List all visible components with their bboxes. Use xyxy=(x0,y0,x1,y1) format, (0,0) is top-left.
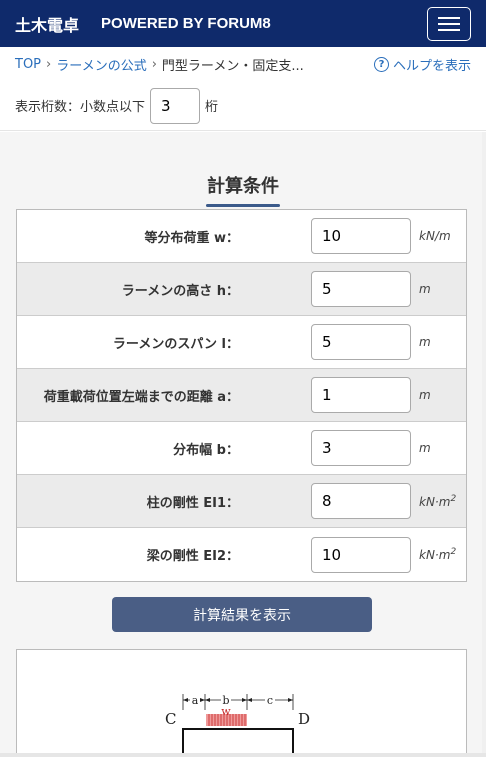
condition-unit: m xyxy=(419,282,431,296)
condition-label: 柱の剛性 EI1： xyxy=(146,495,239,511)
vertical-scrollbar[interactable] xyxy=(482,132,486,757)
condition-label: 荷重載荷位置左端までの距離 a： xyxy=(43,389,239,405)
hamburger-menu-button[interactable] xyxy=(427,6,471,41)
condition-label: ラーメンの高さ h： xyxy=(121,283,239,299)
node-label-d: D xyxy=(298,710,310,728)
condition-row-l: ラーメンのスパン l： m xyxy=(17,316,466,369)
condition-label: ラーメンのスパン l： xyxy=(112,336,239,352)
unit-exponent: 2 xyxy=(450,547,457,557)
condition-row-b: 分布幅 b： m xyxy=(17,422,466,475)
condition-unit: kN/m xyxy=(419,229,451,243)
horizontal-scrollbar[interactable] xyxy=(0,753,486,757)
span-l-input[interactable] xyxy=(311,324,411,360)
help-label: ヘルプを表示 xyxy=(392,58,471,74)
arrowhead xyxy=(242,698,247,702)
unit-base: kN·m xyxy=(419,548,451,562)
condition-row-h: ラーメンの高さ h： m xyxy=(17,263,466,316)
node-label-c: C xyxy=(165,710,176,728)
condition-label: 分布幅 b： xyxy=(173,442,239,458)
frame-diagram: a b c w C D xyxy=(16,649,467,757)
dimension-label-a: a xyxy=(192,694,199,707)
load-label-w: w xyxy=(221,705,231,718)
unit-base: kN·m xyxy=(419,494,451,509)
breadcrumb-current: 門型ラーメン・固定支... xyxy=(161,58,304,74)
hamburger-bar xyxy=(438,28,460,31)
brand-name[interactable]: 土木電卓 xyxy=(15,12,79,36)
condition-label: 等分布荷重 w： xyxy=(144,230,239,246)
stiffness-ei2-input[interactable] xyxy=(311,536,411,573)
arrowhead xyxy=(200,698,205,702)
height-h-input[interactable] xyxy=(311,271,411,307)
stiffness-ei1-input[interactable] xyxy=(311,483,411,519)
breadcrumb-category-link[interactable]: ラーメンの公式 xyxy=(56,55,146,74)
arrowhead xyxy=(183,698,188,702)
condition-unit: m xyxy=(419,388,431,402)
arrowhead xyxy=(205,698,210,702)
breadcrumb: TOP › ラーメンの公式 › 門型ラーメン・固定支... ? ヘルプを表示 xyxy=(0,47,486,81)
section-title-text: 計算条件 xyxy=(207,176,279,197)
condition-row-ei1: 柱の剛性 EI1： kN·m2 xyxy=(17,475,466,528)
condition-row-w: 等分布荷重 w： kN/m xyxy=(17,210,466,263)
chevron-right-icon: › xyxy=(151,56,157,72)
title-underline xyxy=(206,204,280,207)
chevron-right-icon: › xyxy=(46,56,52,72)
decimal-digits-label: 表示桁数：小数点以下 xyxy=(15,100,146,115)
hamburger-bar xyxy=(438,16,460,19)
condition-unit: m xyxy=(419,441,431,455)
condition-row-ei2: 梁の剛性 EI2： kN·m2 xyxy=(17,528,466,581)
calculation-panel: 計算条件 等分布荷重 w： kN/m ラーメンの高さ h： m ラーメンのスパン… xyxy=(0,132,486,757)
condition-unit: kN·m2 xyxy=(419,547,456,562)
conditions-table: 等分布荷重 w： kN/m ラーメンの高さ h： m ラーメンのスパン l： m… xyxy=(16,209,467,582)
breadcrumb-top-link[interactable]: TOP xyxy=(15,57,41,72)
show-results-button[interactable]: 計算結果を表示 xyxy=(112,597,372,632)
condition-label: 梁の剛性 EI2： xyxy=(146,549,239,564)
condition-unit: m xyxy=(419,335,431,349)
condition-row-a: 荷重載荷位置左端までの距離 a： m xyxy=(17,369,466,422)
arrowhead xyxy=(288,698,293,702)
width-b-input[interactable] xyxy=(311,430,411,466)
brand-tagline: POWERED BY FORUM8 xyxy=(101,15,271,32)
unit-exponent: 2 xyxy=(450,493,457,504)
frame-diagram-svg: a b c w C D xyxy=(165,694,310,757)
section-title: 計算条件 xyxy=(0,132,486,207)
dimension-label-c: c xyxy=(267,694,273,707)
decimal-digits-input[interactable] xyxy=(150,87,201,124)
load-w-input[interactable] xyxy=(311,218,411,254)
distance-a-input[interactable] xyxy=(311,377,411,413)
arrowhead xyxy=(247,698,252,702)
help-link[interactable]: ? ヘルプを表示 xyxy=(373,55,471,74)
decimal-digits-setting: 表示桁数：小数点以下 桁 xyxy=(0,81,486,131)
decimal-digits-suffix: 桁 xyxy=(205,100,219,115)
hamburger-bar xyxy=(438,22,460,25)
question-circle-icon: ? xyxy=(373,56,389,72)
app-header: 土木電卓 POWERED BY FORUM8 xyxy=(0,0,486,47)
condition-unit: kN·m2 xyxy=(419,494,456,509)
